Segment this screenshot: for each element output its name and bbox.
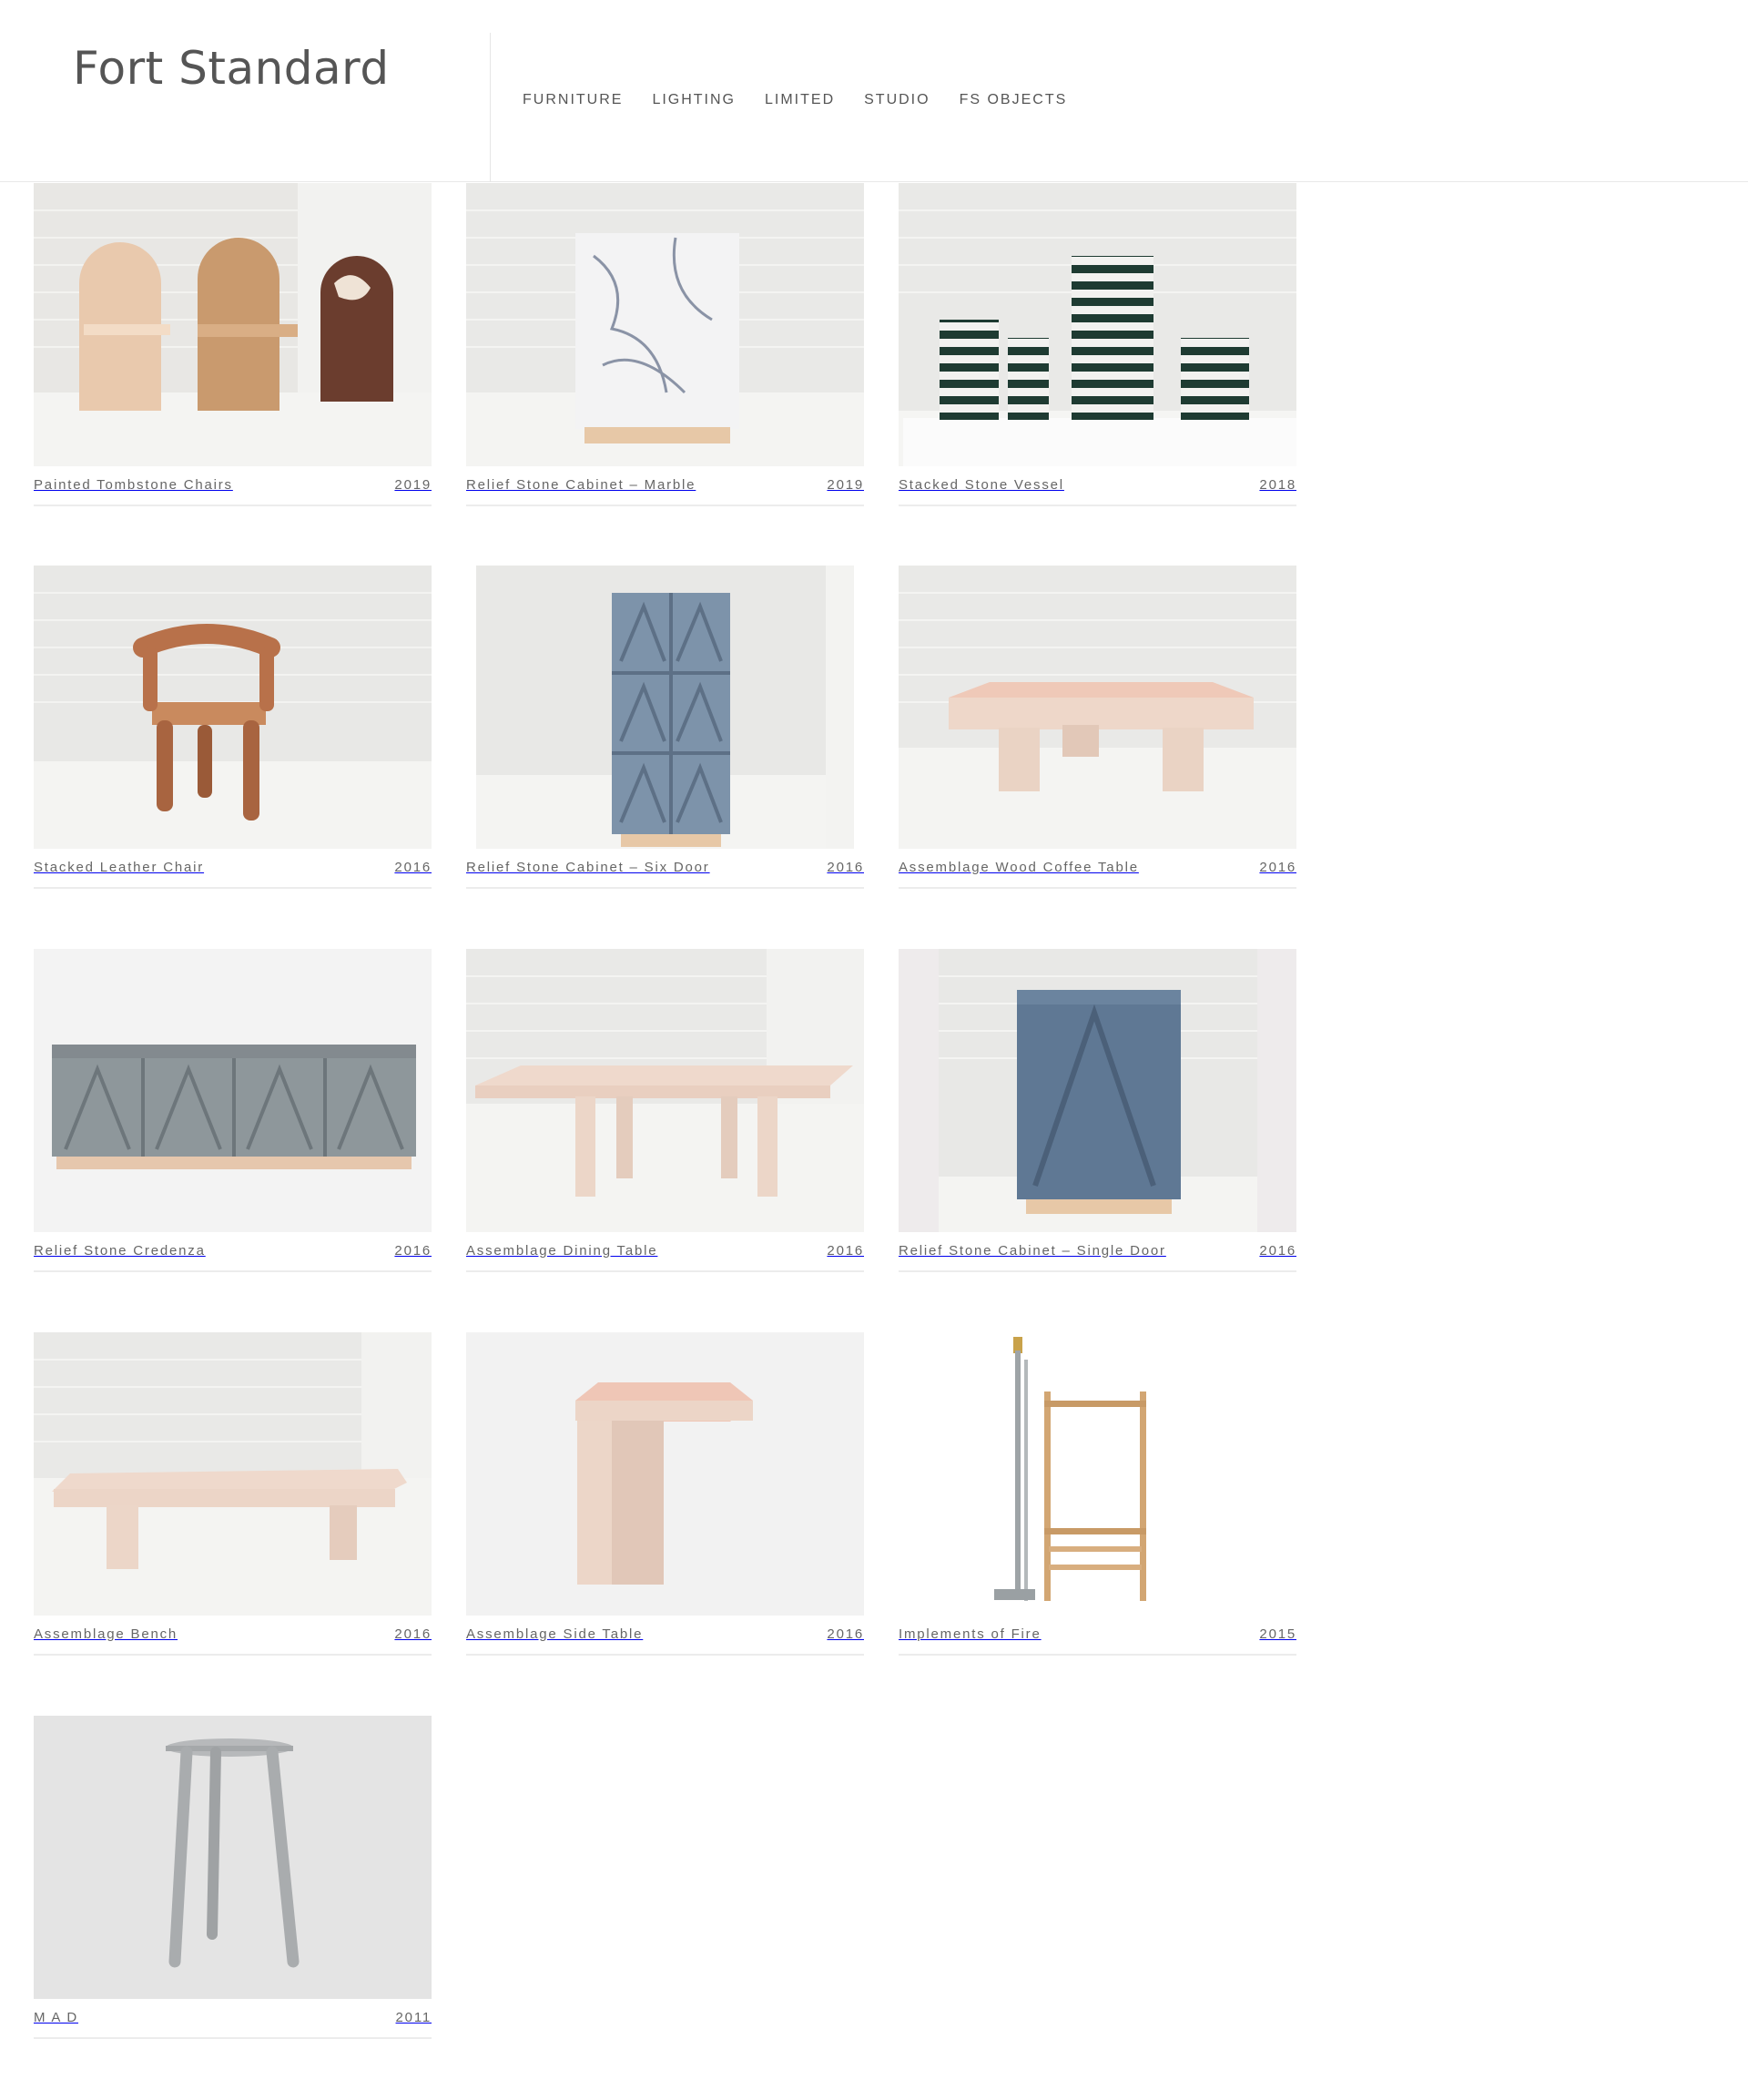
product-card-stacked-stone-vessel[interactable]: Stacked Stone Vessel 2018: [899, 183, 1296, 506]
product-caption: Painted Tombstone Chairs 2019: [34, 466, 432, 506]
product-card-relief-stone-cabinet-six-door[interactable]: Relief Stone Cabinet – Six Door 2016: [466, 566, 864, 889]
product-year: 2016: [394, 859, 432, 875]
site-header: Fort Standard FURNITURE LIGHTING LIMITED…: [0, 0, 1748, 182]
product-title: Relief Stone Cabinet – Marble: [466, 476, 696, 493]
product-year: 2016: [827, 1242, 864, 1259]
product-image: [34, 1332, 432, 1616]
product-image: [899, 1332, 1296, 1616]
product-image: [466, 1332, 864, 1616]
product-image: [899, 566, 1296, 849]
product-title: Assemblage Side Table: [466, 1626, 644, 1642]
product-year: 2019: [394, 476, 432, 493]
product-caption: Assemblage Bench 2016: [34, 1616, 432, 1656]
product-card-assemblage-wood-coffee-table[interactable]: Assemblage Wood Coffee Table 2016: [899, 566, 1296, 889]
product-image: [34, 949, 432, 1232]
product-card-relief-stone-cabinet-single-door[interactable]: Relief Stone Cabinet – Single Door 2016: [899, 949, 1296, 1272]
product-title: Relief Stone Credenza: [34, 1242, 206, 1259]
product-caption: Relief Stone Cabinet – Marble 2019: [466, 466, 864, 506]
product-card-assemblage-side-table[interactable]: Assemblage Side Table 2016: [466, 1332, 864, 1656]
product-image: [34, 1716, 432, 1999]
product-caption: Relief Stone Credenza 2016: [34, 1232, 432, 1272]
product-caption: Relief Stone Cabinet – Single Door 2016: [899, 1232, 1296, 1272]
product-year: 2018: [1259, 476, 1296, 493]
product-title: Painted Tombstone Chairs: [34, 476, 233, 493]
product-card-assemblage-bench[interactable]: Assemblage Bench 2016: [34, 1332, 432, 1656]
product-image: [34, 183, 432, 466]
product-image: [466, 566, 864, 849]
nav-item-fs-objects[interactable]: FS OBJECTS: [960, 92, 1068, 108]
product-image: [899, 183, 1296, 466]
product-title: Stacked Stone Vessel: [899, 476, 1064, 493]
nav-item-studio[interactable]: STUDIO: [864, 92, 930, 108]
product-card-mad-stool[interactable]: M A D 2011: [34, 1716, 432, 2039]
product-title: Assemblage Dining Table: [466, 1242, 658, 1259]
product-title: Assemblage Bench: [34, 1626, 178, 1642]
header-divider: [490, 33, 491, 182]
product-year: 2016: [394, 1626, 432, 1642]
product-year: 2016: [827, 859, 864, 875]
product-year: 2016: [1259, 1242, 1296, 1259]
product-caption: Assemblage Dining Table 2016: [466, 1232, 864, 1272]
product-image: [34, 566, 432, 849]
product-caption: Implements of Fire 2015: [899, 1616, 1296, 1656]
product-card-implements-of-fire[interactable]: Implements of Fire 2015: [899, 1332, 1296, 1656]
product-title: Implements of Fire: [899, 1626, 1042, 1642]
nav-item-limited[interactable]: LIMITED: [765, 92, 835, 108]
product-title: M A D: [34, 2009, 79, 2025]
product-card-painted-tombstone-chairs[interactable]: Painted Tombstone Chairs 2019: [34, 183, 432, 506]
nav-item-lighting[interactable]: LIGHTING: [652, 92, 736, 108]
product-title: Relief Stone Cabinet – Single Door: [899, 1242, 1166, 1259]
product-caption: Assemblage Side Table 2016: [466, 1616, 864, 1656]
site-logo[interactable]: Fort Standard: [73, 42, 390, 95]
product-year: 2016: [394, 1242, 432, 1259]
product-card-relief-stone-credenza[interactable]: Relief Stone Credenza 2016: [34, 949, 432, 1272]
product-year: 2016: [1259, 859, 1296, 875]
nav-item-furniture[interactable]: FURNITURE: [523, 92, 623, 108]
product-year: 2016: [827, 1626, 864, 1642]
product-title: Stacked Leather Chair: [34, 859, 205, 875]
product-caption: Stacked Stone Vessel 2018: [899, 466, 1296, 506]
product-image: [466, 949, 864, 1232]
product-year: 2011: [395, 2009, 432, 2025]
product-year: 2015: [1259, 1626, 1296, 1642]
main-nav: FURNITURE LIGHTING LIMITED STUDIO FS OBJ…: [523, 92, 1096, 108]
product-caption: M A D 2011: [34, 1999, 432, 2039]
product-image: [899, 949, 1296, 1232]
product-image: [466, 183, 864, 466]
product-title: Relief Stone Cabinet – Six Door: [466, 859, 710, 875]
product-card-relief-stone-cabinet-marble[interactable]: Relief Stone Cabinet – Marble 2019: [466, 183, 864, 506]
product-caption: Assemblage Wood Coffee Table 2016: [899, 849, 1296, 889]
product-year: 2019: [827, 476, 864, 493]
product-caption: Relief Stone Cabinet – Six Door 2016: [466, 849, 864, 889]
product-card-stacked-leather-chair[interactable]: Stacked Leather Chair 2016: [34, 566, 432, 889]
product-card-assemblage-dining-table[interactable]: Assemblage Dining Table 2016: [466, 949, 864, 1272]
product-title: Assemblage Wood Coffee Table: [899, 859, 1139, 875]
product-caption: Stacked Leather Chair 2016: [34, 849, 432, 889]
